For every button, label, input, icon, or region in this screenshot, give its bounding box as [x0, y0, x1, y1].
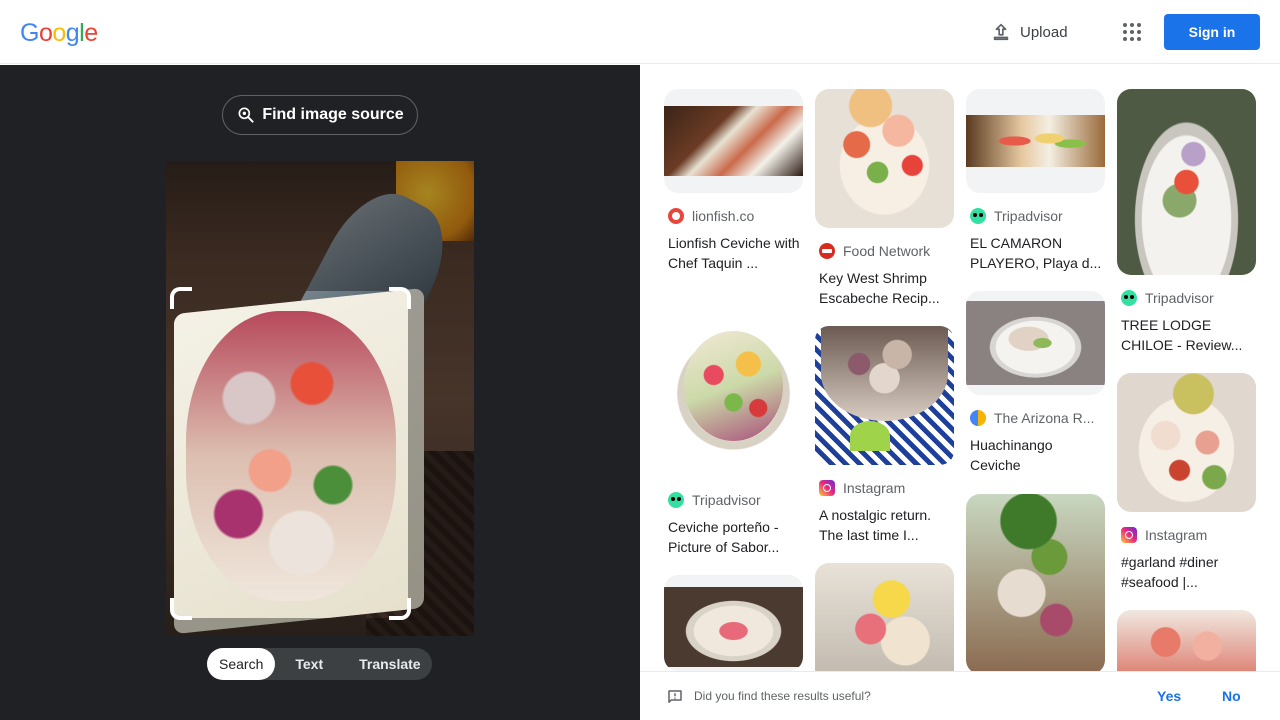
- result-source: Instagram: [815, 479, 954, 497]
- result-source-name: The Arizona R...: [994, 410, 1095, 426]
- result-thumbnail[interactable]: [1117, 89, 1256, 275]
- logo-letter-3: o: [52, 19, 66, 47]
- result-title[interactable]: Ceviche porteño - Picture of Sabor...: [664, 517, 803, 557]
- result-thumbnail[interactable]: [664, 575, 803, 671]
- result-thumbnail[interactable]: [1117, 610, 1256, 671]
- find-image-source-label: Find image source: [262, 106, 404, 123]
- result-thumbnail[interactable]: [966, 89, 1105, 193]
- sign-in-button[interactable]: Sign in: [1164, 14, 1260, 50]
- arizona-icon: [970, 410, 986, 426]
- result-card[interactable]: [1117, 610, 1256, 671]
- visual-matches-grid: lionfish.co Lionfish Ceviche with Chef T…: [640, 65, 1280, 671]
- result-card[interactable]: lionfish.co Lionfish Ceviche with Chef T…: [664, 89, 803, 273]
- result-source-name: lionfish.co: [692, 208, 755, 224]
- crop-handle-bottom-right[interactable]: [389, 598, 411, 620]
- crop-selection-area[interactable]: [174, 291, 408, 618]
- result-source-name: Food Network: [843, 243, 931, 259]
- result-source-name: Tripadvisor: [692, 492, 761, 508]
- tab-search[interactable]: Search: [207, 648, 276, 680]
- result-card[interactable]: Instagram A nostalgic return. The last t…: [815, 326, 954, 545]
- result-thumbnail[interactable]: [815, 326, 954, 465]
- logo-letter-6: e: [84, 19, 98, 47]
- result-card[interactable]: Instagram #garland #diner #seafood |...: [1117, 373, 1256, 592]
- crop-handle-top-right[interactable]: [389, 287, 411, 309]
- result-title[interactable]: Huachinango Ceviche: [966, 435, 1105, 475]
- lens-search-icon: [238, 107, 254, 123]
- find-image-source-button[interactable]: Find image source: [222, 95, 418, 135]
- logo-letter-4: g: [65, 19, 80, 47]
- result-source: Food Network: [815, 242, 954, 260]
- result-source: Tripadvisor: [1117, 289, 1256, 307]
- logo-letter-2: o: [38, 19, 53, 47]
- result-title[interactable]: A nostalgic return. The last time I...: [815, 505, 954, 545]
- result-thumbnail[interactable]: [815, 89, 954, 228]
- feedback-bar: Did you find these results useful? Yes N…: [640, 671, 1280, 720]
- result-card[interactable]: Tripadvisor TREE LODGE CHILOE - Review..…: [1117, 89, 1256, 355]
- feedback-yes-button[interactable]: Yes: [1157, 688, 1181, 704]
- feedback-question: Did you find these results useful?: [694, 689, 871, 703]
- apps-grid-icon: [1123, 23, 1141, 41]
- result-card[interactable]: The Arizona R... Huachinango Ceviche: [966, 291, 1105, 475]
- crop-handle-top-left[interactable]: [170, 287, 192, 309]
- upload-button[interactable]: Upload: [990, 18, 1068, 46]
- apps-grid-button[interactable]: [1120, 20, 1144, 44]
- result-source-name: Instagram: [843, 480, 906, 496]
- result-card[interactable]: [966, 494, 1105, 671]
- feedback-icon: [668, 690, 682, 703]
- google-logo[interactable]: Google: [20, 18, 98, 48]
- result-source: lionfish.co: [664, 207, 803, 225]
- logo-letter-1: G: [20, 19, 39, 47]
- food-network-icon: [819, 243, 835, 259]
- result-thumbnail[interactable]: [1117, 373, 1256, 512]
- result-card[interactable]: Tripadvisor EL CAMARON PLAYERO, Playa d.…: [966, 89, 1105, 273]
- result-title[interactable]: Lionfish Ceviche with Chef Taquin ...: [664, 233, 803, 273]
- instagram-icon: [1121, 527, 1137, 543]
- instagram-icon: [819, 480, 835, 496]
- search-mode-tabs: Search Text Translate: [207, 648, 432, 680]
- query-panel: Find image source Search Text Translate: [0, 65, 640, 720]
- result-thumbnail[interactable]: [815, 563, 954, 671]
- result-source: Tripadvisor: [966, 207, 1105, 225]
- crop-ceviche: [186, 311, 396, 601]
- upload-icon: [993, 23, 1009, 41]
- result-title[interactable]: Key West Shrimp Escabeche Recip...: [815, 268, 954, 308]
- result-thumbnail[interactable]: [664, 291, 803, 477]
- result-source-name: Tripadvisor: [994, 208, 1063, 224]
- result-title[interactable]: TREE LODGE CHILOE - Review...: [1117, 315, 1256, 355]
- feedback-no-button[interactable]: No: [1222, 688, 1241, 704]
- result-source-name: Instagram: [1145, 527, 1208, 543]
- result-card[interactable]: Tripadvisor Ceviche porteño - Picture of…: [664, 291, 803, 557]
- result-thumbnail[interactable]: [664, 89, 803, 193]
- tab-translate[interactable]: Translate: [333, 648, 430, 680]
- crop-handle-bottom-left[interactable]: [170, 598, 192, 620]
- result-card[interactable]: Food Network Key West Shrimp Escabeche R…: [815, 89, 954, 308]
- result-source: Tripadvisor: [664, 491, 803, 509]
- lionfish-icon: [668, 208, 684, 224]
- tab-text[interactable]: Text: [275, 648, 333, 680]
- upload-label: Upload: [1020, 23, 1068, 41]
- result-card[interactable]: [815, 563, 954, 671]
- tripadvisor-icon: [970, 208, 986, 224]
- tripadvisor-icon: [1121, 290, 1137, 306]
- tripadvisor-icon: [668, 492, 684, 508]
- result-source: The Arizona R...: [966, 409, 1105, 427]
- result-source-name: Tripadvisor: [1145, 290, 1214, 306]
- result-card[interactable]: [664, 575, 803, 671]
- result-title[interactable]: #garland #diner #seafood |...: [1117, 552, 1256, 592]
- result-source: Instagram: [1117, 526, 1256, 544]
- result-title[interactable]: EL CAMARON PLAYERO, Playa d...: [966, 233, 1105, 273]
- top-bar: Google Upload Sign in: [0, 0, 1280, 64]
- result-thumbnail[interactable]: [966, 494, 1105, 671]
- result-thumbnail[interactable]: [966, 291, 1105, 395]
